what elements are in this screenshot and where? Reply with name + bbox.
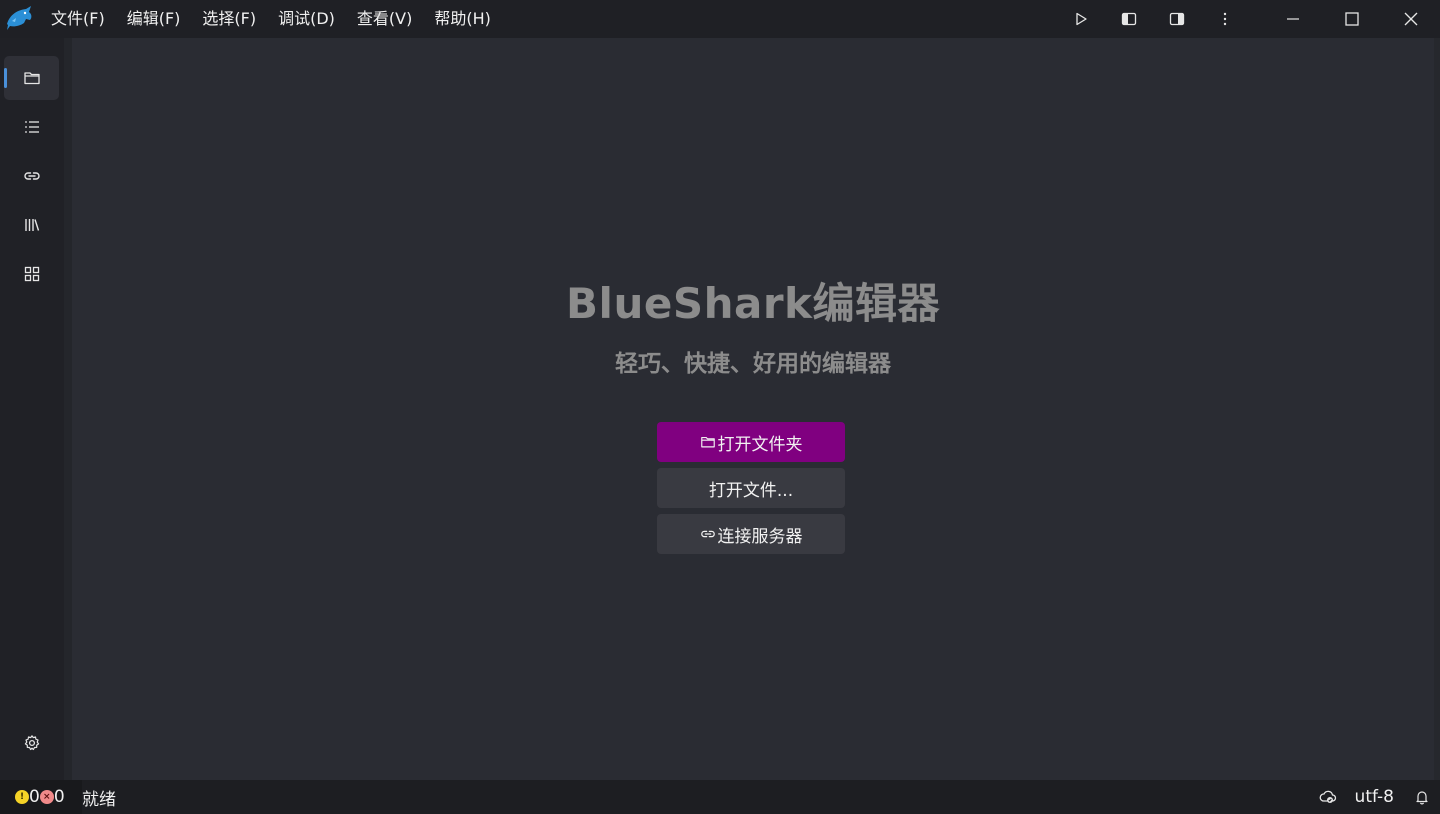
menu-edit[interactable]: 编辑(F) bbox=[116, 0, 192, 38]
menu-debug[interactable]: 调试(D) bbox=[267, 0, 346, 38]
activity-remote[interactable] bbox=[4, 154, 59, 198]
activity-extensions[interactable] bbox=[4, 252, 59, 296]
status-bar: ! 0 × 0 就绪 utf-8 bbox=[0, 780, 1440, 814]
status-message: 就绪 bbox=[82, 789, 116, 810]
notifications-button[interactable] bbox=[1404, 780, 1440, 814]
toggle-left-panel-button[interactable] bbox=[1105, 0, 1153, 38]
connect-server-label: 连接服务器 bbox=[717, 526, 803, 547]
status-right: utf-8 bbox=[1313, 780, 1440, 814]
menu-select[interactable]: 选择(F) bbox=[191, 0, 267, 38]
remote-status-button[interactable] bbox=[1313, 780, 1343, 814]
active-indicator bbox=[4, 68, 7, 88]
warning-count: 0 bbox=[29, 787, 40, 807]
toggle-right-panel-button[interactable] bbox=[1153, 0, 1201, 38]
shark-logo-icon bbox=[7, 6, 32, 30]
bell-icon bbox=[1416, 791, 1428, 805]
minimize-icon bbox=[1286, 18, 1299, 20]
folder-icon bbox=[700, 436, 715, 448]
grid-icon bbox=[24, 266, 39, 282]
toggle-left-panel-icon bbox=[1121, 12, 1137, 26]
toggle-right-panel-icon bbox=[1169, 12, 1185, 26]
activity-bar bbox=[0, 38, 64, 780]
error-icon: × bbox=[39, 790, 54, 804]
open-file-button[interactable]: 打开文件... bbox=[657, 468, 845, 508]
run-button[interactable] bbox=[1057, 0, 1105, 38]
folder-icon bbox=[23, 72, 40, 85]
sidebar-sash[interactable] bbox=[64, 38, 72, 780]
open-folder-button[interactable]: 打开文件夹 bbox=[657, 422, 845, 462]
activity-explorer[interactable] bbox=[4, 56, 59, 100]
maximize-icon bbox=[1344, 12, 1359, 26]
menu-file[interactable]: 文件(F) bbox=[40, 0, 116, 38]
menu-bar: 文件(F) 编辑(F) 选择(F) 调试(D) 查看(V) 帮助(H) bbox=[40, 0, 502, 38]
activity-outline[interactable] bbox=[4, 105, 59, 149]
list-icon bbox=[24, 121, 39, 133]
warning-icon: ! bbox=[15, 790, 29, 804]
error-count: 0 bbox=[53, 787, 65, 807]
title-bar: 文件(F) 编辑(F) 选择(F) 调试(D) 查看(V) 帮助(H) bbox=[0, 0, 1440, 38]
more-actions-button[interactable] bbox=[1201, 0, 1249, 38]
run-icon bbox=[1076, 12, 1087, 26]
activity-settings[interactable] bbox=[4, 721, 59, 765]
gear-icon bbox=[24, 735, 39, 751]
right-scroll-strip bbox=[1434, 38, 1440, 780]
close-button[interactable] bbox=[1381, 0, 1440, 38]
remote-icon bbox=[1319, 790, 1336, 803]
minimize-button[interactable] bbox=[1263, 0, 1322, 38]
menu-view[interactable]: 查看(V) bbox=[346, 0, 423, 38]
app-logo bbox=[0, 0, 38, 38]
problems-indicator[interactable]: ! 0 × 0 bbox=[0, 780, 82, 814]
menu-help[interactable]: 帮助(H) bbox=[423, 0, 502, 38]
maximize-button[interactable] bbox=[1322, 0, 1381, 38]
connect-server-button[interactable]: 连接服务器 bbox=[657, 514, 845, 554]
link-icon bbox=[700, 530, 715, 538]
welcome-page: BlueShark编辑器 轻巧、快捷、好用的编辑器 打开文件夹 打开文件... … bbox=[72, 38, 1434, 780]
welcome-title: BlueShark编辑器 bbox=[566, 279, 940, 328]
title-actions bbox=[1057, 0, 1440, 38]
link-icon bbox=[23, 172, 40, 180]
activity-library[interactable] bbox=[4, 203, 59, 247]
open-file-label: 打开文件... bbox=[708, 480, 794, 501]
more-vertical-icon bbox=[1223, 12, 1227, 26]
open-folder-label: 打开文件夹 bbox=[717, 434, 803, 455]
close-icon bbox=[1404, 12, 1417, 26]
encoding-selector[interactable]: utf-8 bbox=[1343, 787, 1404, 807]
library-icon bbox=[24, 219, 39, 231]
welcome-subtitle: 轻巧、快捷、好用的编辑器 bbox=[615, 351, 891, 377]
